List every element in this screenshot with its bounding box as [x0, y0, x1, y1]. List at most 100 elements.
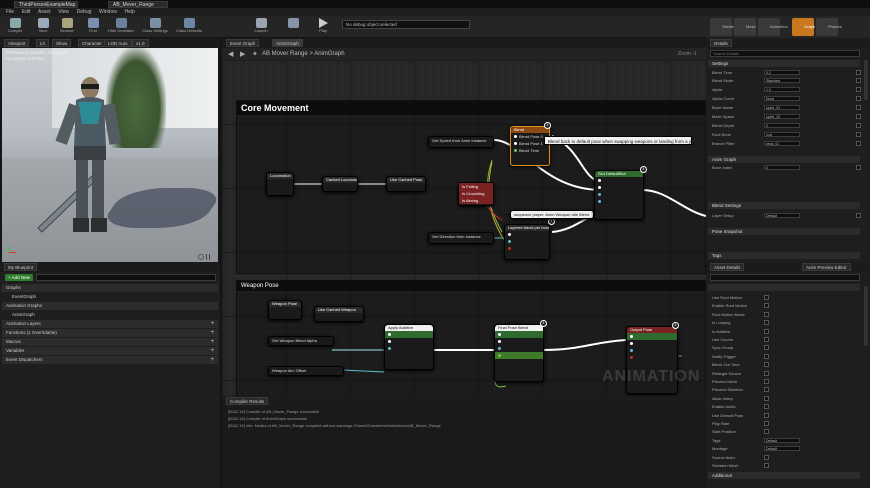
layered-pin[interactable] [505, 245, 549, 252]
my-blueprint-search-input[interactable] [36, 274, 216, 281]
viewport-speed-button[interactable]: x1.0 [132, 39, 149, 47]
details-checkbox[interactable] [856, 141, 861, 146]
add-icon[interactable]: + [210, 347, 214, 355]
details-section-header[interactable]: Tags [708, 252, 860, 259]
reroute-node[interactable]: 4 [544, 122, 551, 129]
final-pose-blend-node[interactable]: Final Pose Blend [494, 324, 544, 382]
slot-pin[interactable] [595, 198, 643, 205]
state-machine-node[interactable]: Locomotion [266, 172, 294, 196]
viewport-lit-button[interactable]: Lit [36, 39, 49, 47]
window-tab-map[interactable]: ThirdPersonExampleMap [14, 1, 78, 8]
my-blueprint-item[interactable]: Macros + [2, 338, 218, 346]
asset-search-input[interactable] [710, 274, 860, 281]
asset-details-tab[interactable]: Asset Details [710, 263, 745, 271]
additive-pin[interactable] [385, 338, 433, 345]
viewport-tab[interactable]: Viewport [4, 39, 30, 47]
asset-checkbox[interactable] [764, 311, 769, 317]
mode-mesh-button[interactable]: Mesh [734, 18, 756, 36]
output-pin[interactable] [627, 354, 677, 361]
final-blend-pin[interactable] [495, 352, 543, 359]
layered-pin[interactable] [505, 238, 549, 245]
details-section-header[interactable]: Pose Snapshot [708, 228, 860, 235]
details-row-value[interactable]: 1.0 [764, 87, 800, 92]
menu-file[interactable]: File [6, 8, 14, 16]
mode-graph-button[interactable]: Graph [792, 18, 815, 36]
asset-checkbox[interactable] [764, 429, 769, 435]
details-row-value[interactable]: 0 [764, 165, 800, 170]
compiler-results-tab[interactable]: Compiler Results [226, 397, 269, 405]
pause-icon[interactable] [206, 254, 210, 260]
asset-checkbox[interactable] [764, 454, 769, 460]
weapon-aim-offset-node[interactable]: Weapon Aim Offset [268, 366, 344, 376]
my-blueprint-item[interactable]: AnimGraph [2, 311, 218, 319]
menu-view[interactable]: View [58, 8, 69, 16]
details-row-value[interactable]: neck_01 [764, 141, 800, 146]
asset-checkbox[interactable] [764, 387, 769, 393]
launch-button[interactable]: Launch [248, 17, 274, 37]
asset-checkbox[interactable] [764, 370, 769, 376]
layered-blend-node[interactable]: Layered blend per bone [504, 224, 550, 260]
output-pin[interactable] [627, 340, 677, 347]
my-blueprint-item[interactable]: Animation Layers + [2, 320, 218, 328]
menu-help[interactable]: Help [125, 8, 135, 16]
mode-physics-button[interactable]: Physics [816, 18, 842, 36]
back-arrow-icon[interactable]: ◀ [228, 50, 233, 58]
details-checkbox[interactable] [856, 105, 861, 110]
window-tab-anim-blueprint[interactable]: AB_Mover_Range [108, 1, 168, 8]
details-checkbox[interactable] [856, 165, 861, 170]
details-checkbox[interactable] [856, 78, 861, 83]
blend-pin-time[interactable]: Blend Time [511, 147, 549, 154]
asset-section-header[interactable] [708, 284, 860, 291]
details-search-input[interactable]: Search Details [710, 50, 860, 57]
details-row-value[interactable]: Standard [764, 78, 800, 83]
get-direction-node[interactable]: Get Direction from Instance [428, 232, 494, 244]
asset-scrollbar[interactable] [864, 286, 868, 346]
asset-checkbox[interactable] [764, 404, 769, 410]
output-pin[interactable] [627, 347, 677, 354]
my-blueprint-item[interactable]: EventGraph [2, 293, 218, 301]
final-blend-pin[interactable] [495, 345, 543, 352]
reroute-node[interactable]: 4 [540, 320, 547, 327]
class-defaults-button[interactable]: Class Defaults [176, 17, 202, 37]
reroute-node[interactable]: 4 [672, 322, 679, 329]
details-row-value[interactable]: spine_01 [764, 105, 800, 110]
asset-checkbox[interactable] [764, 303, 769, 309]
anim-graph-canvas[interactable]: Core Movement Weapon Pose Locomotion Cac… [222, 60, 706, 396]
details-tab[interactable]: Details [710, 39, 732, 47]
use-cached-weapon-node[interactable]: Use Cached Weapon [314, 306, 364, 322]
menu-debug[interactable]: Debug [77, 8, 92, 16]
details-row-value[interactable]: 0 [764, 123, 800, 128]
bool-variables-node[interactable]: Is Falling Is Crouching Is Aiming [458, 182, 494, 206]
asset-button[interactable] [280, 17, 306, 37]
details-section-header[interactable]: Blend Settings [708, 202, 860, 209]
asset-checkbox[interactable] [764, 353, 769, 359]
details-row-value[interactable]: None [764, 96, 800, 101]
asset-select[interactable]: Default [764, 437, 800, 443]
details-row-value[interactable]: spine_02 [764, 114, 800, 119]
details-checkbox[interactable] [856, 96, 861, 101]
my-blueprint-item[interactable]: Animation Graphs [2, 302, 218, 310]
slot-pin[interactable] [595, 184, 643, 191]
viewport-lod-button[interactable]: LOD Auto [104, 39, 132, 47]
menu-asset[interactable]: Asset [38, 8, 51, 16]
my-blueprint-item[interactable]: Variables + [2, 347, 218, 355]
final-blend-pin[interactable] [495, 338, 543, 345]
details-checkbox[interactable] [856, 213, 861, 218]
add-icon[interactable]: + [210, 356, 214, 364]
my-blueprint-item[interactable]: Graphs [2, 284, 218, 292]
find-button[interactable]: Find [80, 17, 106, 37]
anim-preview-editor-tab[interactable]: Anim Preview Editor [802, 263, 851, 271]
details-checkbox[interactable] [856, 132, 861, 137]
asset-select[interactable]: Default [764, 446, 800, 452]
get-weapon-blend-node[interactable]: Get Weapon Blend Alpha [268, 336, 334, 346]
details-section-header[interactable]: Anim Graph [708, 156, 860, 163]
viewport-show-button[interactable]: Show [52, 39, 72, 47]
details-row-value[interactable]: 0.2 [764, 70, 800, 75]
blend-node-selected[interactable]: Blend Blend Pose 0 Blend Pose 1 Blend Ti… [510, 126, 550, 166]
cache-pose-node[interactable]: Cached Locomotion [322, 176, 358, 192]
asset-checkbox[interactable] [764, 412, 769, 418]
asset-checkbox[interactable] [764, 421, 769, 426]
details-checkbox[interactable] [856, 70, 861, 75]
add-icon[interactable]: + [210, 329, 214, 337]
apply-additive-node[interactable]: Apply Additive [384, 324, 434, 370]
